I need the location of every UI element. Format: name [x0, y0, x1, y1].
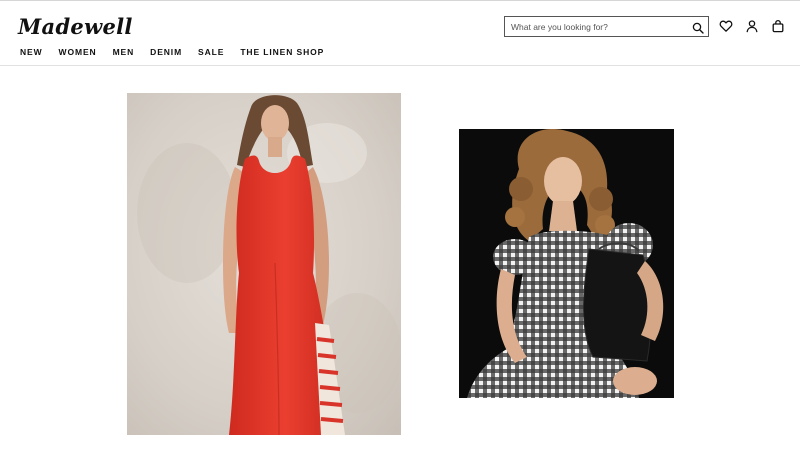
site-header: Madewell NEW WOMEN MEN DENIM SALE THE LI…	[0, 1, 800, 66]
nav-item-the-linen-shop[interactable]: THE LINEN SHOP	[240, 47, 324, 57]
model-gingham-dress-image[interactable]	[459, 129, 674, 398]
search-input[interactable]	[511, 19, 686, 34]
nav-item-sale[interactable]: SALE	[198, 47, 224, 57]
bag-icon[interactable]	[771, 19, 785, 33]
main-nav: NEW WOMEN MEN DENIM SALE THE LINEN SHOP	[20, 47, 340, 57]
model-red-tank-dress-image[interactable]	[127, 93, 401, 435]
madewell-logo[interactable]: Madewell	[18, 14, 133, 39]
nav-item-men[interactable]: MEN	[113, 47, 135, 57]
nav-item-women[interactable]: WOMEN	[59, 47, 97, 57]
nav-item-new[interactable]: NEW	[20, 47, 43, 57]
search-box	[504, 16, 709, 37]
user-icon[interactable]	[745, 19, 759, 33]
search-icon[interactable]	[692, 21, 704, 34]
heart-icon[interactable]	[719, 19, 733, 33]
nav-item-denim[interactable]: DENIM	[150, 47, 182, 57]
